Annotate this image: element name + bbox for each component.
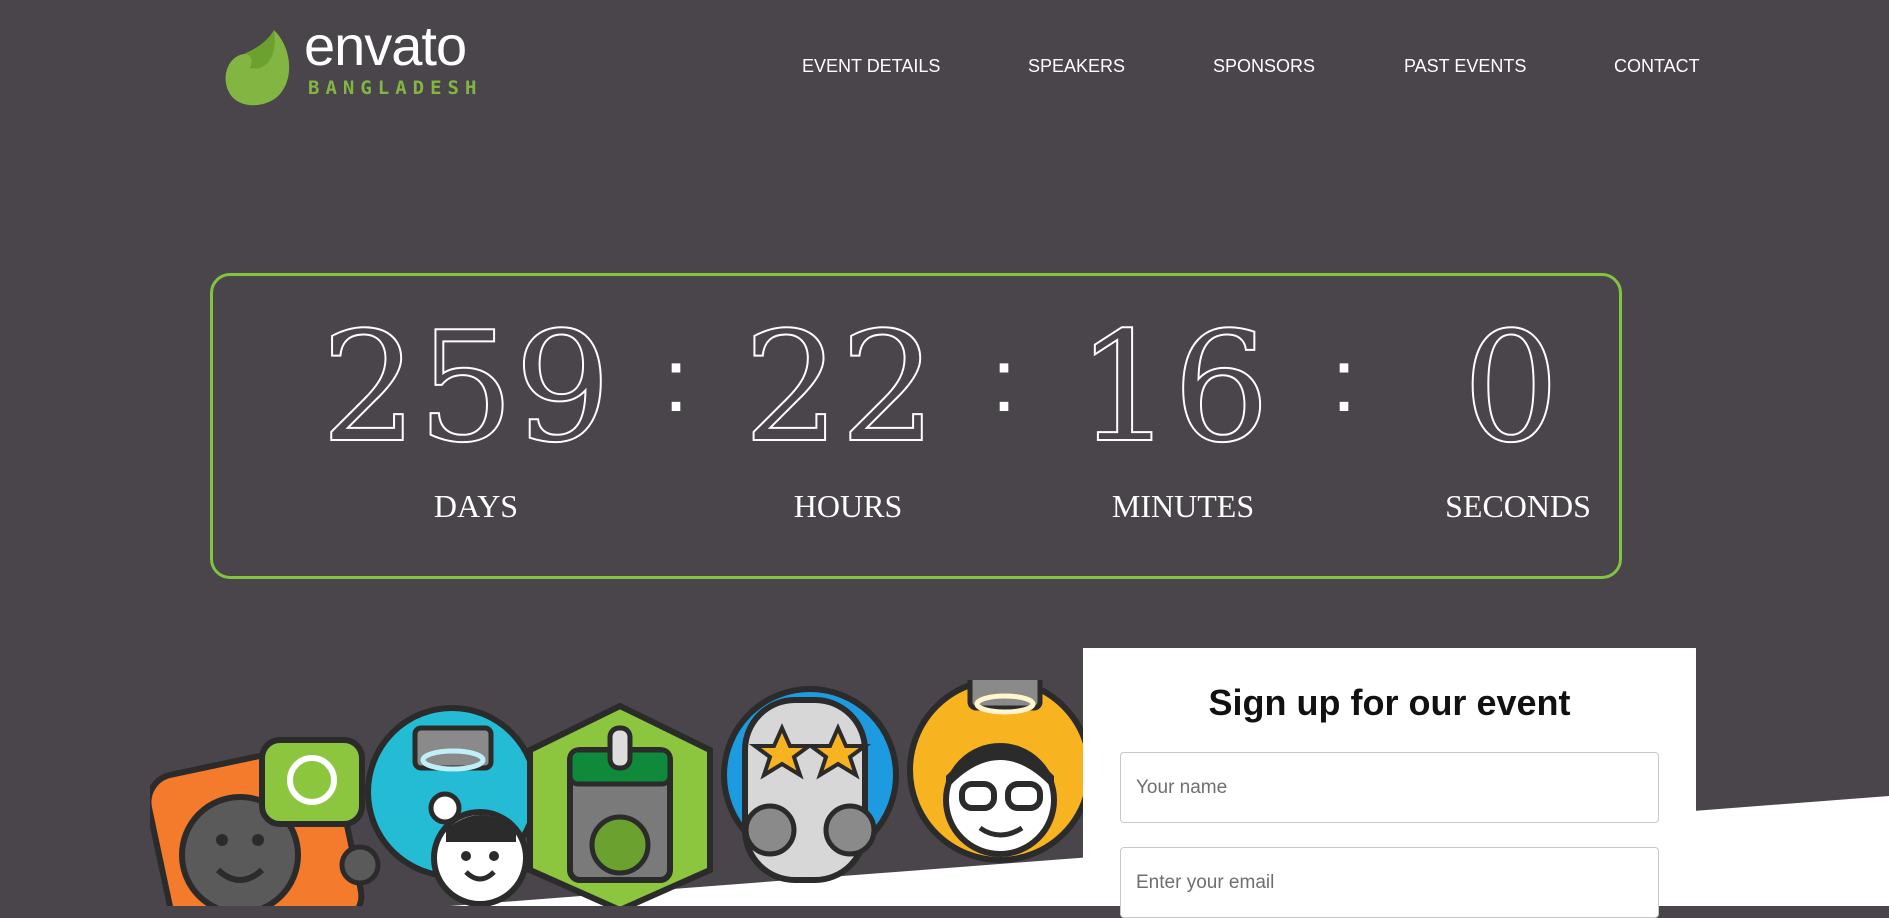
countdown-separator: :	[1331, 331, 1357, 431]
countdown-hours-label: HOURS	[793, 488, 903, 524]
countdown-hours-value: 22	[742, 299, 937, 476]
nav-past-events[interactable]: PAST EVENTS	[1404, 56, 1526, 77]
signup-form: Sign up for our event	[1083, 648, 1696, 918]
mascot-illustration	[150, 680, 1090, 906]
email-field[interactable]	[1120, 847, 1659, 918]
nav-contact[interactable]: CONTACT	[1614, 56, 1700, 77]
halo-mascot-icon	[365, 705, 539, 906]
countdown-separator: :	[663, 331, 689, 431]
countdown-seconds-label: SECONDS	[1445, 488, 1591, 524]
main-nav: EVENT DETAILS SPEAKERS SPONSORS PAST EVE…	[0, 56, 1889, 80]
lightbulb-mascot-icon	[150, 737, 381, 906]
brand-subtitle: BANGLADESH	[308, 77, 483, 99]
nav-sponsors[interactable]: SPONSORS	[1213, 56, 1315, 77]
nav-speakers[interactable]: SPEAKERS	[1028, 56, 1125, 77]
countdown-days-value: 259	[320, 299, 612, 476]
glasses-mascot-icon	[907, 680, 1090, 863]
name-field[interactable]	[1120, 752, 1659, 823]
signup-title: Sign up for our event	[1208, 682, 1571, 723]
countdown-days-label: DAYS	[433, 488, 519, 524]
countdown-minutes-value: 16	[1075, 299, 1270, 476]
countdown-minutes-label: MINUTES	[1111, 488, 1255, 524]
countdown-seconds-value: 0	[1462, 299, 1561, 476]
nav-event-details[interactable]: EVENT DETAILS	[802, 56, 940, 77]
countdown-box: 259 : 22 : 16 : 0 DAYS HOURS MINUTES SEC…	[210, 273, 1622, 579]
star-eyes-mascot-icon	[721, 686, 899, 883]
envato-badge-icon	[527, 702, 713, 906]
countdown-separator: :	[991, 331, 1017, 431]
